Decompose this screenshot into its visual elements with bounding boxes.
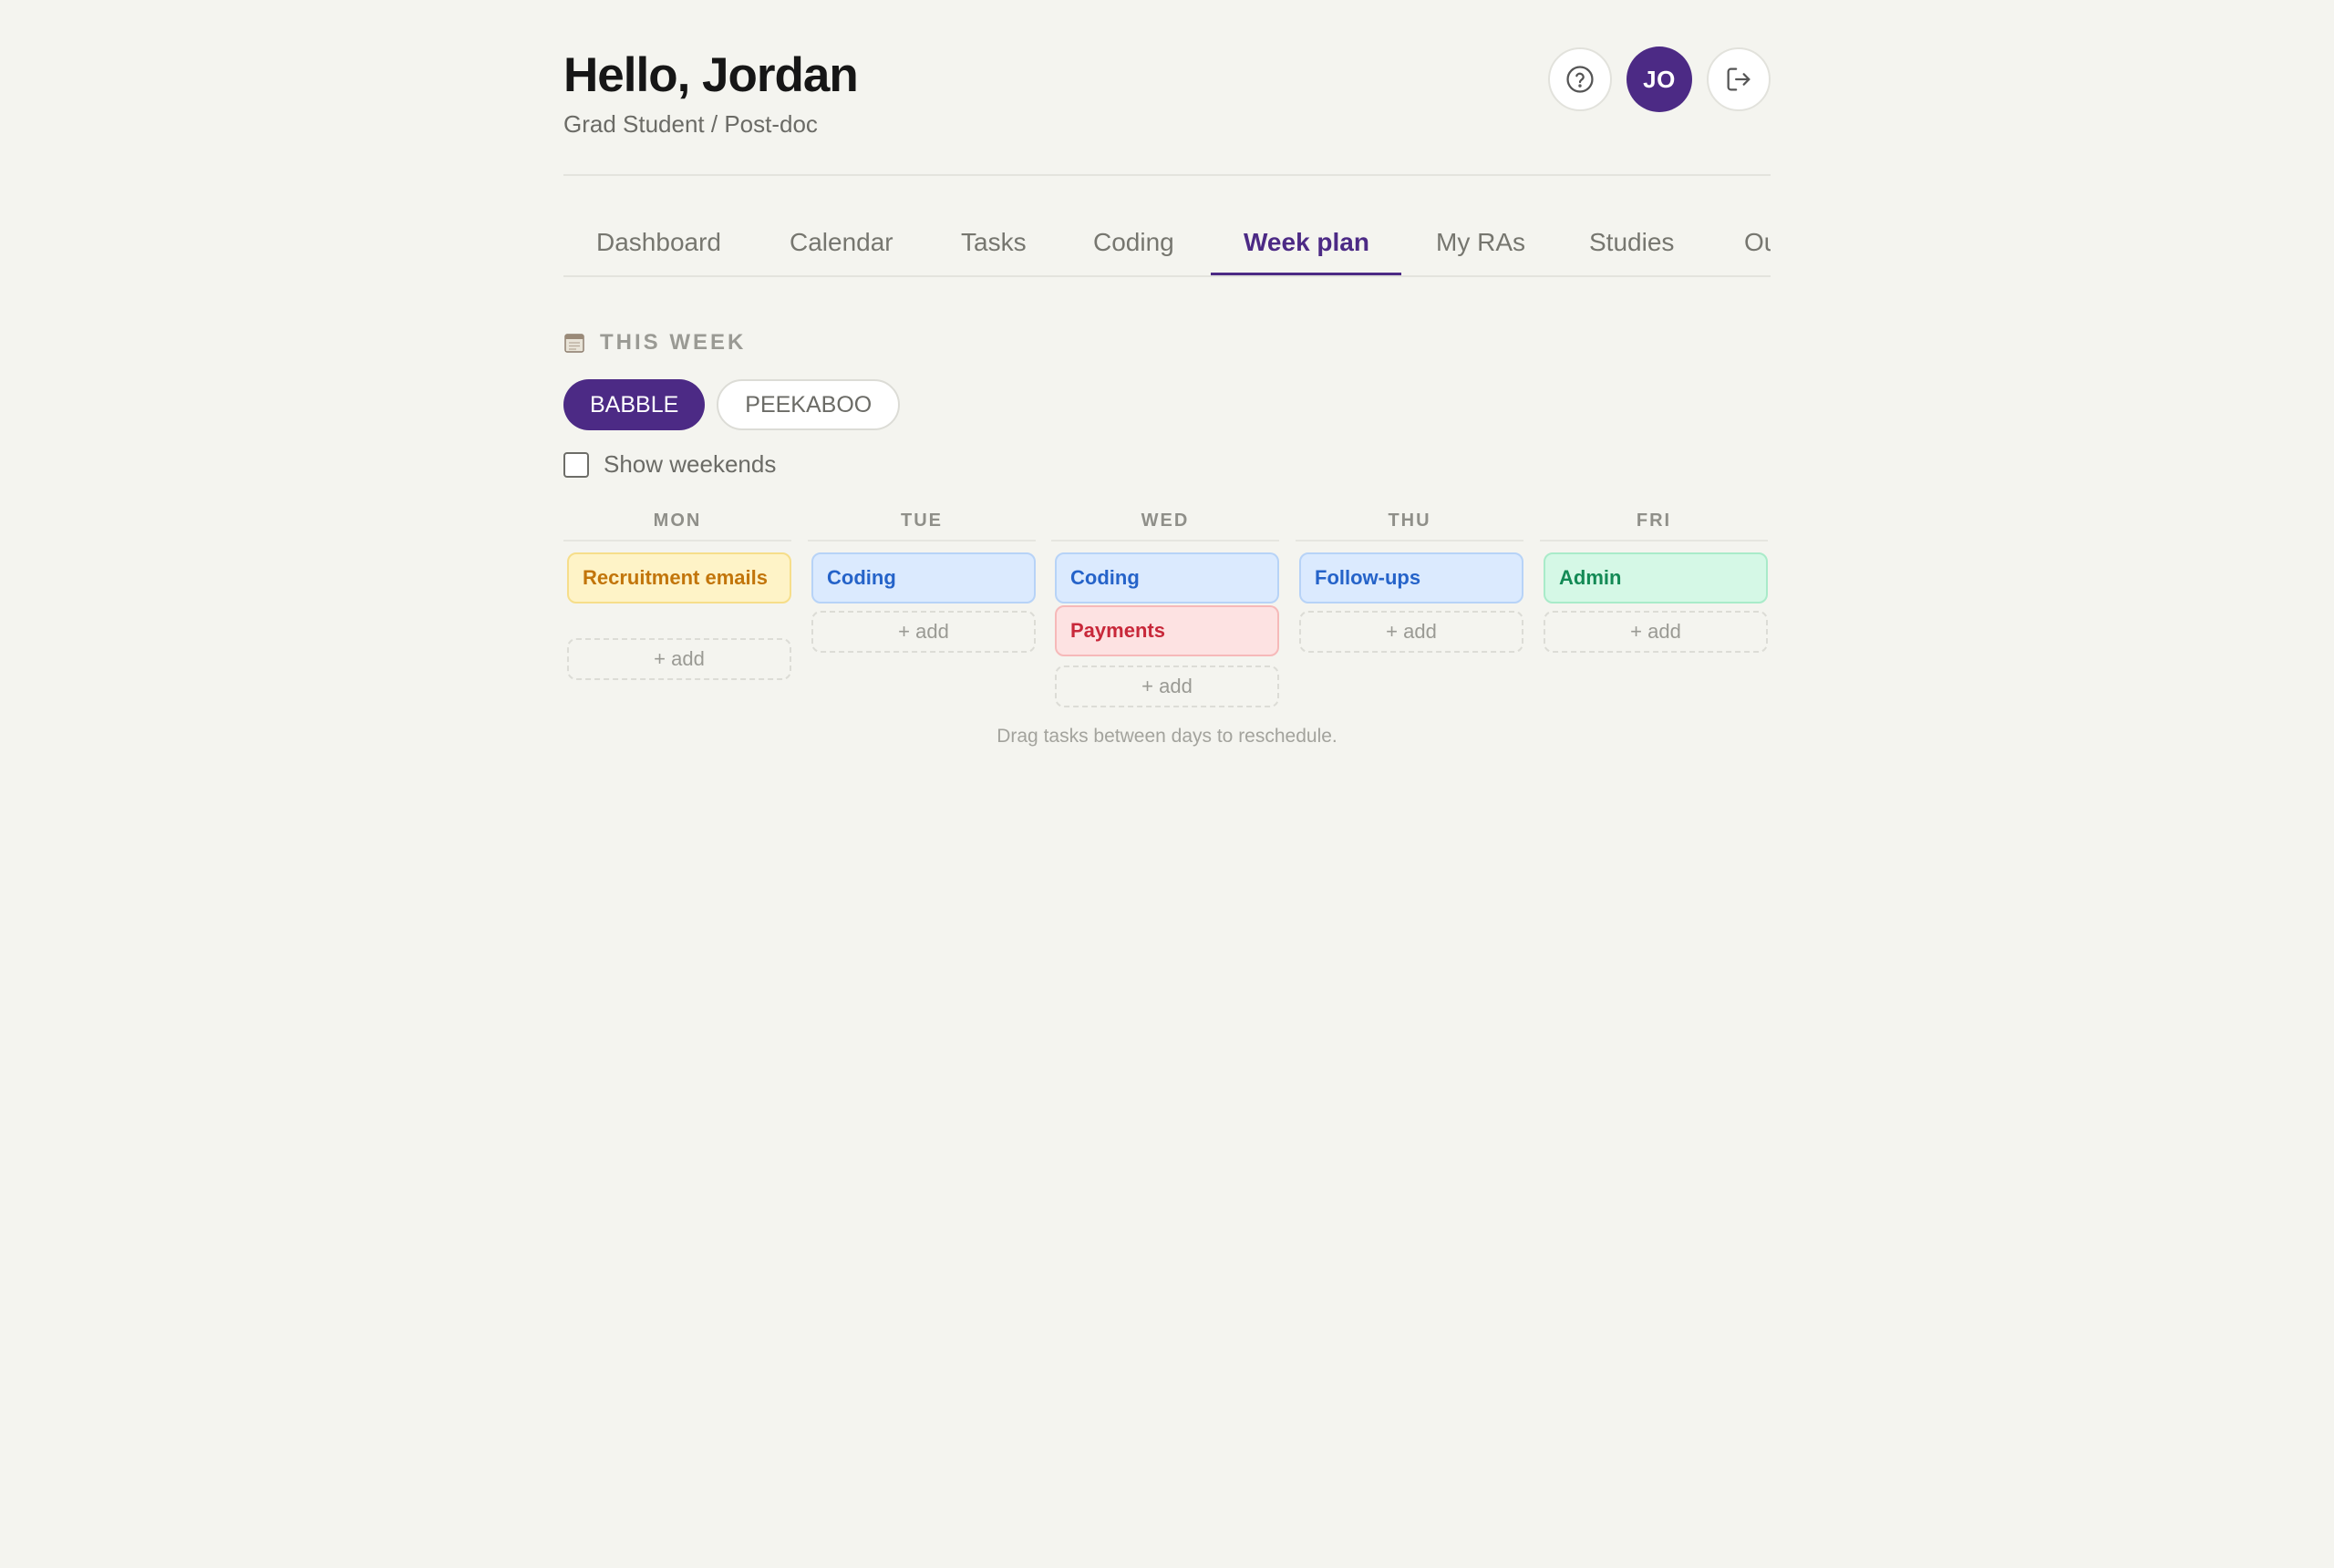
day-column-thu: THU Follow-ups + add [1296, 507, 1523, 653]
tab-tasks[interactable]: Tasks [961, 223, 1027, 275]
show-weekends-checkbox[interactable] [563, 451, 589, 478]
project-pill-babble[interactable]: BABBLE [563, 379, 706, 430]
question-circle-icon [1566, 66, 1594, 93]
tab-week-plan[interactable]: Week plan [1211, 223, 1401, 275]
day-column-wed: WED Coding Payments + add [1051, 507, 1279, 707]
tab-coding[interactable]: Coding [1093, 223, 1174, 275]
show-weekends-label: Show weekends [604, 450, 777, 478]
day-header: MON [563, 507, 791, 542]
day-header: TUE [808, 507, 1036, 542]
tab-dashboard[interactable]: Dashboard [596, 223, 721, 275]
add-task-button[interactable]: + add [811, 611, 1036, 653]
help-button[interactable] [1548, 47, 1612, 111]
logout-button[interactable] [1707, 47, 1771, 111]
page: Hello, Jordan Grad Student / Post-doc JO [563, 0, 1771, 747]
day-column-mon: MON Recruitment emails + add [563, 507, 791, 680]
header-actions: JO [1548, 46, 1771, 112]
avatar-initials: JO [1643, 65, 1676, 93]
add-task-button[interactable]: + add [567, 638, 791, 680]
week-grid: MON Recruitment emails + add TUE Coding … [563, 507, 1771, 726]
section-title: THIS WEEK [600, 330, 747, 355]
day-header: FRI [1540, 507, 1768, 542]
logout-icon [1727, 67, 1750, 91]
add-task-button[interactable]: + add [1299, 611, 1523, 653]
task-card[interactable]: Coding [811, 552, 1036, 603]
tab-my-ras[interactable]: My RAs [1436, 223, 1525, 275]
calendar-icon [564, 334, 584, 353]
task-card[interactable]: Coding [1055, 552, 1279, 603]
day-column-tue: TUE Coding + add [808, 507, 1036, 653]
task-card[interactable]: Follow-ups [1299, 552, 1523, 603]
tab-calendar[interactable]: Calendar [790, 223, 893, 275]
task-card[interactable]: Payments [1055, 605, 1279, 656]
page-header: Hello, Jordan Grad Student / Post-doc JO [563, 0, 1771, 176]
show-weekends-toggle[interactable]: Show weekends [563, 450, 776, 479]
avatar[interactable]: JO [1627, 46, 1692, 112]
user-role: Grad Student / Post-doc [563, 110, 818, 138]
project-selector: BABBLE PEEKABOO [563, 379, 901, 430]
day-header: WED [1051, 507, 1279, 542]
add-task-button[interactable]: + add [1055, 665, 1279, 707]
day-column-fri: FRI Admin + add [1540, 507, 1768, 653]
project-pill-peekaboo[interactable]: PEEKABOO [717, 379, 901, 430]
greeting-title: Hello, Jordan [563, 48, 859, 102]
task-card[interactable]: Recruitment emails [567, 552, 791, 603]
nav-tabs: Dashboard Calendar Tasks Coding Week pla… [563, 223, 1771, 277]
tab-studies[interactable]: Studies [1589, 223, 1674, 275]
tab-overflow[interactable]: Ou [1744, 223, 1771, 275]
add-task-button[interactable]: + add [1544, 611, 1768, 653]
task-card[interactable]: Admin [1544, 552, 1768, 603]
day-header: THU [1296, 507, 1523, 542]
drag-hint: Drag tasks between days to reschedule. [997, 726, 1337, 747]
section-heading: THIS WEEK [563, 330, 746, 356]
